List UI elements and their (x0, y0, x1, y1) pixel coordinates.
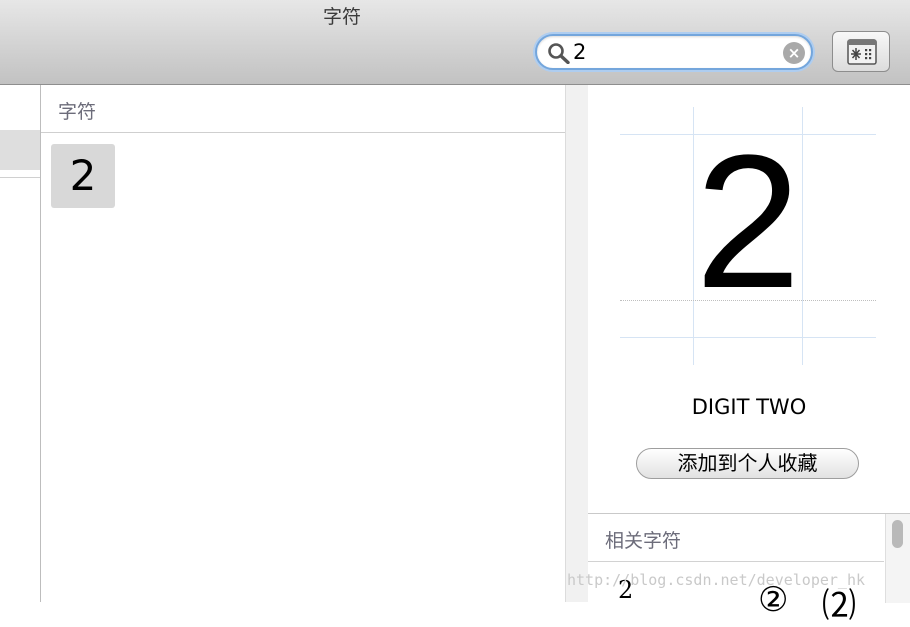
list-scrollbar[interactable] (565, 85, 589, 602)
character-cell[interactable]: 2 (51, 144, 115, 208)
search-icon (548, 43, 570, 64)
glyph-large: 2 (695, 116, 801, 328)
character-list-panel: 字符 2 (41, 85, 565, 602)
watermark: http://blog.csdn.net/developer_hk (567, 571, 866, 589)
character-view-button[interactable] (832, 31, 890, 72)
category-sidebar (0, 85, 41, 602)
search-input[interactable]: 2 (573, 40, 586, 64)
section-header: 字符 (41, 85, 565, 133)
character-detail-panel: 2 DIGIT TWO 添加到个人收藏 相关字符 2 ② ⑵ (588, 85, 910, 626)
guide-line-bottom (620, 337, 876, 338)
sidebar-item-selected[interactable] (0, 130, 40, 170)
search-field[interactable]: 2 × (535, 34, 813, 70)
character-palette-icon (847, 39, 877, 65)
character-name: DIGIT TWO (691, 395, 807, 419)
add-to-favorites-button[interactable]: 添加到个人收藏 (636, 448, 859, 479)
scroll-thumb[interactable] (892, 520, 903, 548)
related-scrollbar[interactable] (885, 514, 910, 603)
sidebar-divider (0, 177, 40, 178)
toolbar: 字符 2 × (0, 0, 910, 85)
window-title: 字符 (322, 6, 361, 28)
related-characters-section: 相关字符 2 ② ⑵ (588, 513, 910, 626)
related-label: 相关字符 (605, 530, 682, 552)
clear-search-icon[interactable]: × (783, 42, 805, 64)
section-label: 字符 (58, 101, 97, 123)
glyph-preview: 2 (620, 107, 876, 365)
related-header: 相关字符 (588, 514, 884, 562)
